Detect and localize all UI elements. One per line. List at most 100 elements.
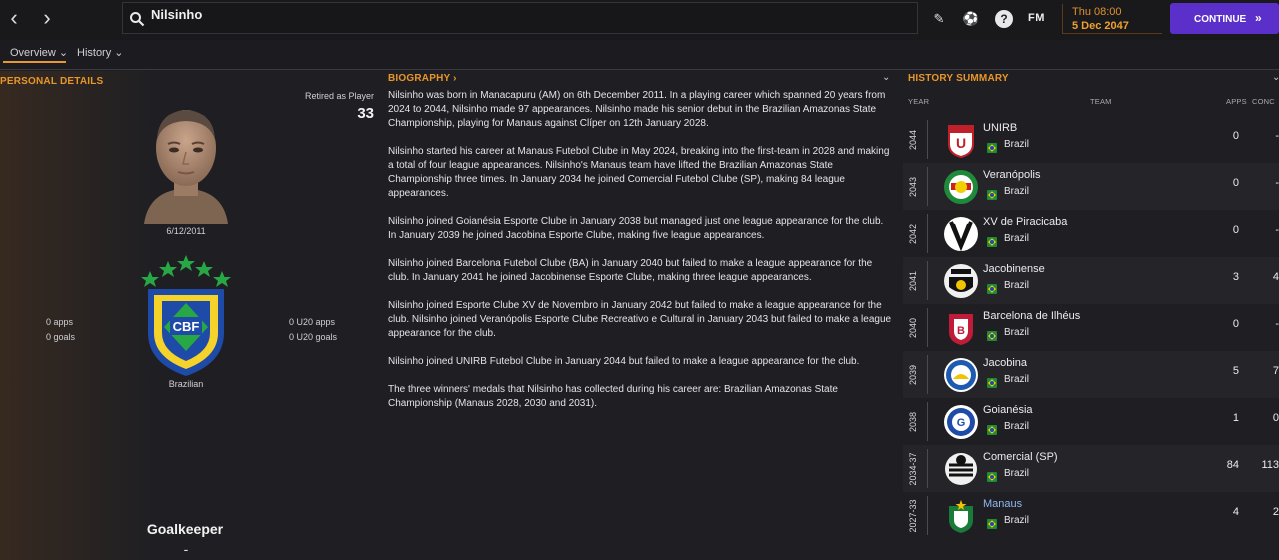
continue-button[interactable]: CONTINUE »	[1170, 3, 1279, 34]
double-chevron-icon: »	[1255, 11, 1262, 25]
search-bar[interactable]: Nilsinho	[122, 2, 918, 34]
team-link[interactable]: Barcelona de Ilhéus	[983, 310, 1080, 322]
help-icon[interactable]: ?	[995, 10, 1013, 28]
team-link[interactable]: Jacobinense	[983, 263, 1045, 275]
club-badge-icon[interactable]	[943, 498, 979, 534]
team-link[interactable]: Manaus	[983, 498, 1022, 510]
team-country: Brazil	[1004, 139, 1030, 150]
year-text: 2041	[908, 270, 918, 292]
chevron-down-icon: ⌄	[114, 47, 124, 59]
year-text: 2043	[908, 176, 918, 198]
club-badge-icon[interactable]	[943, 263, 979, 299]
tab-history[interactable]: History ⌄	[77, 46, 124, 59]
tab-overview-label: Overview	[10, 47, 56, 59]
table-row[interactable]: 2043 Veranópolis Brazil 0 -	[903, 163, 1279, 210]
bio-paragraph: Nilsinho started his career at Manaus Fu…	[388, 146, 890, 199]
chevron-right-icon: ›	[453, 73, 457, 84]
bio-paragraph: The three winners' medals that Nilsinho …	[388, 384, 838, 409]
edit-icon[interactable]: ✎	[930, 10, 948, 28]
club-badge-icon[interactable]: B	[943, 310, 979, 346]
apps-value: 0	[1232, 224, 1239, 236]
top-bar: ‹ › Nilsinho ✎ ⚽ ? FM Thu 08:00 5 Dec 20…	[0, 0, 1279, 40]
year-text: 2038	[908, 411, 918, 433]
team-country: Brazil	[1004, 515, 1030, 526]
brazil-flag-icon	[987, 516, 997, 529]
continue-label: CONTINUE	[1194, 14, 1247, 25]
apps-value: 3	[1232, 271, 1239, 283]
year-text: 2042	[908, 223, 918, 245]
brazil-flag-icon	[987, 234, 997, 247]
club-badge-icon[interactable]	[943, 357, 979, 393]
apps-value: 84	[1226, 459, 1239, 471]
divider	[927, 214, 928, 253]
sub-navigation: Overview ⌄ History ⌄	[0, 40, 1279, 70]
row-year: 2042	[900, 214, 926, 254]
team-country: Brazil	[1004, 186, 1030, 197]
date-display[interactable]: Thu 08:00 5 Dec 2047	[1062, 4, 1162, 34]
team-link[interactable]: Goianésia	[983, 404, 1033, 416]
team-link[interactable]: Jacobina	[983, 357, 1027, 369]
row-year: 2043	[900, 167, 926, 207]
cbf-crest-icon: CBF	[141, 255, 231, 376]
active-tab-indicator	[3, 61, 66, 63]
divider	[927, 308, 928, 347]
biography-title[interactable]: BIOGRAPHY ›	[388, 73, 457, 84]
tab-overview[interactable]: Overview ⌄	[10, 46, 68, 59]
table-row[interactable]: 2042 XV de Piracicaba Brazil 0 -	[903, 210, 1279, 257]
brazil-flag-icon	[987, 469, 997, 482]
club-badge-icon[interactable]	[943, 451, 979, 487]
club-icon[interactable]: ⚽	[962, 10, 980, 28]
brazil-flag-icon	[987, 187, 997, 200]
conc-value: 113	[1261, 459, 1279, 471]
club-badge-icon[interactable]	[943, 216, 979, 252]
back-icon[interactable]: ‹	[3, 7, 25, 30]
bio-paragraph: Nilsinho joined Esporte Clube XV de Nove…	[388, 300, 892, 339]
bio-paragraph: Nilsinho joined UNIRB Futebol Clube in J…	[388, 356, 860, 367]
bio-paragraph: Nilsinho joined Goianésia Esporte Clube …	[388, 216, 884, 241]
apps-value: 5	[1232, 365, 1239, 377]
player-face	[144, 110, 228, 224]
team-country: Brazil	[1004, 327, 1030, 338]
forward-icon[interactable]: ›	[36, 7, 58, 30]
chevron-down-icon[interactable]: ⌄	[882, 72, 890, 83]
fm-menu[interactable]: FM	[1028, 12, 1045, 24]
table-row[interactable]: 2039 Jacobina Brazil 5 7	[903, 351, 1279, 398]
table-row[interactable]: 2027-33 Manaus Brazil 4 2	[903, 492, 1279, 539]
divider	[927, 355, 928, 394]
team-link[interactable]: Veranópolis	[983, 169, 1041, 181]
search-input[interactable]: Nilsinho	[151, 7, 202, 22]
col-conc: CONC	[1252, 97, 1275, 106]
row-year: 2034-37	[900, 449, 926, 489]
divider	[927, 120, 928, 159]
table-row[interactable]: 2034-37 Comercial (SP) Brazil 84 113	[903, 445, 1279, 492]
chevron-down-icon[interactable]: ⌄	[1272, 72, 1279, 83]
club-badge-icon[interactable]: U	[943, 122, 979, 159]
divider	[927, 261, 928, 300]
year-text: 2044	[908, 129, 918, 151]
brazil-flag-icon	[987, 140, 997, 153]
team-country: Brazil	[1004, 280, 1030, 291]
club-badge-icon[interactable]: G	[943, 404, 979, 440]
table-row[interactable]: 2041 Jacobinense Brazil 3 4	[903, 257, 1279, 304]
position-sub: -	[183, 541, 189, 557]
player-position: Goalkeeper	[146, 521, 224, 537]
conc-value: -	[1275, 224, 1279, 236]
table-row[interactable]: 2040 B Barcelona de Ilhéus Brazil 0 -	[903, 304, 1279, 351]
table-row[interactable]: 2044 U UNIRB Brazil 0 -	[903, 116, 1279, 163]
row-year: 2027-33	[900, 496, 926, 536]
team-link[interactable]: XV de Piracicaba	[983, 216, 1067, 228]
col-apps: APPS	[1226, 97, 1247, 106]
svg-text:G: G	[957, 417, 966, 429]
year-text: 2034-37	[908, 452, 918, 486]
biography-title-text: BIOGRAPHY	[388, 73, 451, 84]
club-badge-icon[interactable]	[943, 169, 979, 205]
biography-text: Nilsinho was born in Manacapuru (AM) on …	[388, 89, 894, 425]
team-link[interactable]: Comercial (SP)	[983, 451, 1058, 463]
table-row[interactable]: 2038 G Goianésia Brazil 1 0	[903, 398, 1279, 445]
u20-apps: 0 U20 apps	[289, 317, 336, 327]
team-link[interactable]: UNIRB	[983, 122, 1017, 134]
divider	[927, 167, 928, 206]
team-country: Brazil	[1004, 421, 1030, 432]
tab-history-label: History	[77, 47, 112, 59]
day-time: Thu 08:00	[1072, 6, 1122, 18]
